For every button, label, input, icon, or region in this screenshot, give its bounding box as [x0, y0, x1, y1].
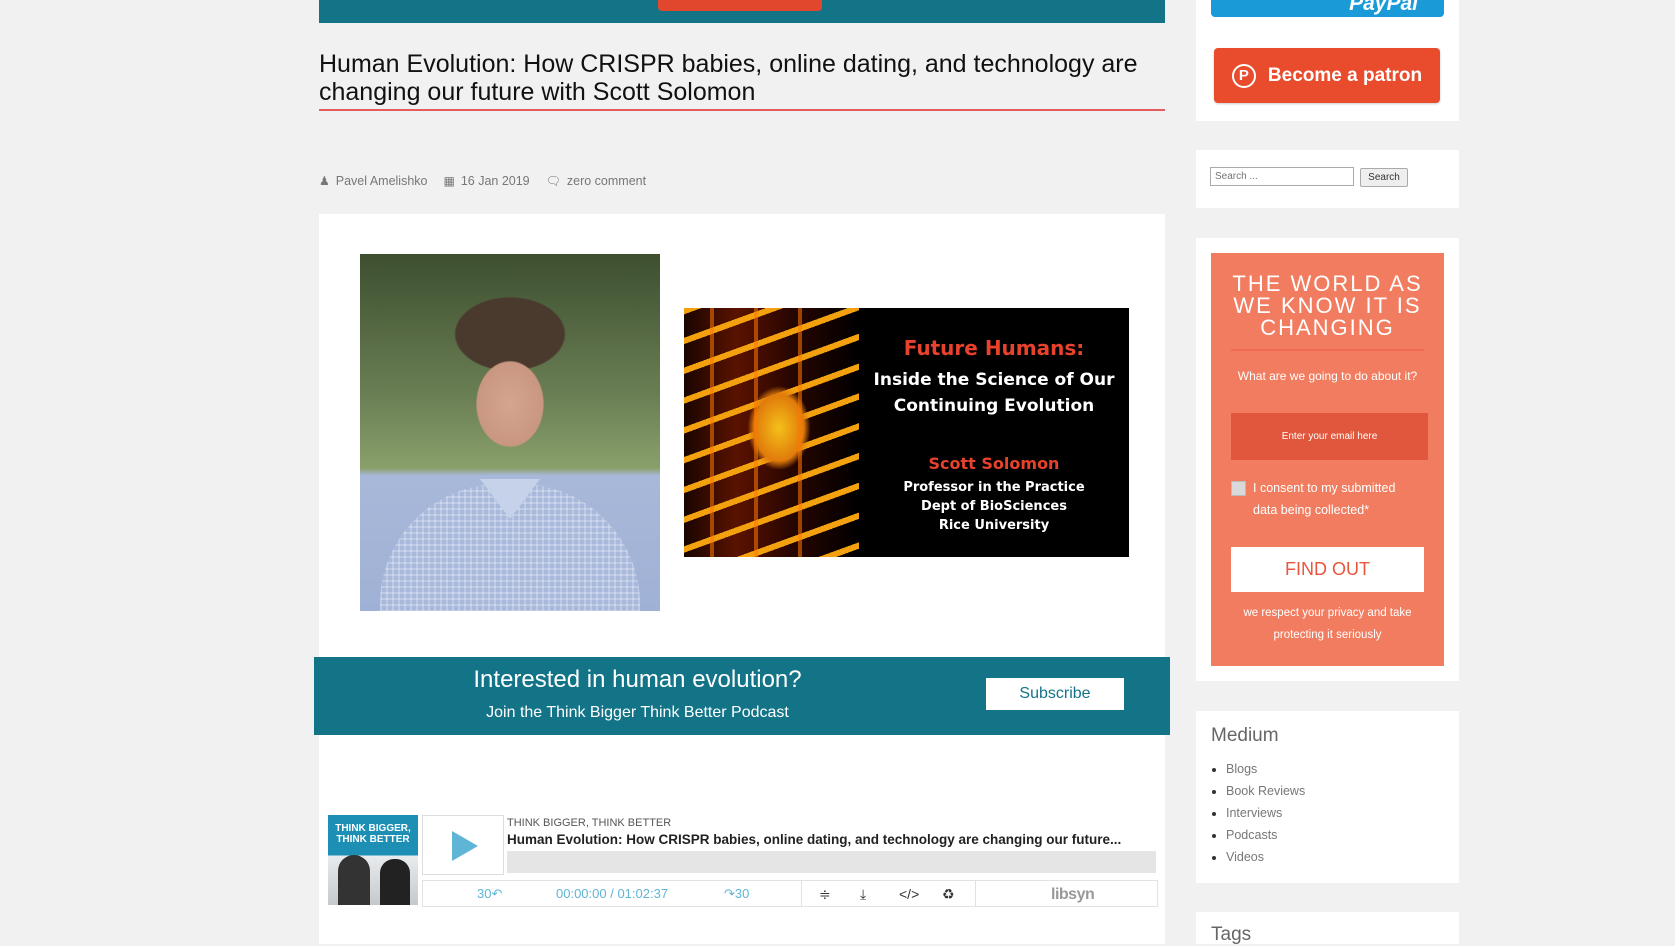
- post-date: 16 Jan 2019: [460, 174, 530, 188]
- post-author[interactable]: Pavel Amelishko: [336, 174, 428, 188]
- dna-bars-graphic: [692, 308, 842, 557]
- consent-checkbox[interactable]: [1231, 481, 1246, 496]
- subscribe-banner: Interested in human evolution? Join the …: [314, 657, 1170, 735]
- medium-item-book-reviews[interactable]: Book Reviews: [1226, 780, 1305, 802]
- book-author: Scott Solomon: [928, 454, 1060, 473]
- libsyn-logo[interactable]: libsyn: [1051, 886, 1095, 904]
- artwork-figure: [338, 855, 370, 905]
- podcast-artwork-text: THINK BIGGER, THINK BETTER: [335, 823, 411, 845]
- privacy-note: we respect your privacy and take protect…: [1243, 607, 1412, 641]
- podcast-time: 00:00:00 / 01:02:37: [556, 886, 669, 901]
- podcast-progress-bar[interactable]: [507, 851, 1156, 873]
- user-icon: ♟: [319, 174, 330, 188]
- top-banner-button[interactable]: [658, 0, 822, 11]
- medium-item-blogs[interactable]: Blogs: [1226, 758, 1305, 780]
- subscribe-subtitle: Join the Think Bigger Think Better Podca…: [486, 704, 789, 721]
- become-patron-button[interactable]: P Become a patron: [1214, 48, 1440, 103]
- find-out-button[interactable]: FIND OUT: [1231, 547, 1424, 592]
- book-subtitle: Inside the Science of Our Continuing Evo…: [873, 370, 1115, 416]
- skip-forward-button[interactable]: ↷30: [724, 886, 749, 902]
- consent-label: I consent to my submitted data being col…: [1253, 481, 1396, 517]
- patreon-icon: P: [1231, 63, 1256, 88]
- artwork-figure-2: [380, 859, 410, 905]
- search-input[interactable]: [1210, 167, 1354, 186]
- patron-label: Become a patron: [1267, 64, 1423, 86]
- post-title: Human Evolution: How CRISPR babies, onli…: [319, 50, 1165, 111]
- skip-back-button[interactable]: 30↶: [477, 886, 502, 902]
- medium-item-videos[interactable]: Videos: [1226, 846, 1305, 868]
- book-title: Future Humans:: [903, 336, 1085, 360]
- embed-icon[interactable]: </>: [899, 886, 919, 902]
- podcast-controls: 30↶ 00:00:00 / 01:02:37 ↷30 ≑ ⤓ </> ♻ li…: [422, 880, 1158, 907]
- medium-item-podcasts[interactable]: Podcasts: [1226, 824, 1305, 846]
- share-icon[interactable]: ♻: [942, 886, 955, 903]
- podcast-artwork: THINK BIGGER, THINK BETTER: [328, 815, 418, 905]
- book-cover-text: Future Humans: Inside the Science of Our…: [859, 308, 1129, 557]
- book-cover-image: Future Humans: Inside the Science of Our…: [684, 308, 1129, 557]
- podcast-player: THINK BIGGER, THINK BETTER THINK BIGGER,…: [328, 814, 1158, 907]
- optin-heading: THE WORLD AS WE KNOW IT IS CHANGING: [1232, 271, 1423, 340]
- controls-divider-2: [975, 881, 976, 906]
- optin-form: THE WORLD AS WE KNOW IT IS CHANGING What…: [1211, 253, 1444, 666]
- calendar-icon: ▦: [443, 174, 455, 188]
- controls-divider: [801, 881, 802, 906]
- comment-icon: 🗨: [545, 174, 561, 188]
- rss-icon[interactable]: ≑: [819, 886, 831, 903]
- medium-list: Blogs Book Reviews Interviews Podcasts V…: [1211, 758, 1305, 868]
- optin-subheading: What are we going to do about it?: [1237, 369, 1418, 383]
- medium-item-interviews[interactable]: Interviews: [1226, 802, 1305, 824]
- tags-title: Tags: [1211, 924, 1252, 945]
- search-button[interactable]: Search: [1360, 168, 1408, 187]
- book-affiliation: Professor in the Practice Dept of BioSci…: [903, 480, 1085, 533]
- podcast-episode-title: Human Evolution: How CRISPR babies, onli…: [507, 832, 1122, 847]
- post-meta: ♟ Pavel Amelishko ▦ 16 Jan 2019 🗨 zero c…: [319, 174, 646, 188]
- post-comments[interactable]: zero comment: [567, 174, 646, 188]
- play-icon: [452, 831, 478, 861]
- download-icon[interactable]: ⤓: [860, 886, 866, 903]
- email-field[interactable]: [1231, 413, 1428, 460]
- podcast-show-name[interactable]: THINK BIGGER, THINK BETTER: [507, 817, 671, 829]
- author-photo: [360, 254, 660, 611]
- top-banner: [319, 0, 1165, 23]
- subscribe-button[interactable]: Subscribe: [986, 678, 1124, 710]
- subscribe-question: Interested in human evolution?: [473, 666, 802, 693]
- optin-divider: [1231, 349, 1424, 351]
- medium-title: Medium: [1211, 725, 1279, 746]
- play-button[interactable]: [422, 815, 504, 875]
